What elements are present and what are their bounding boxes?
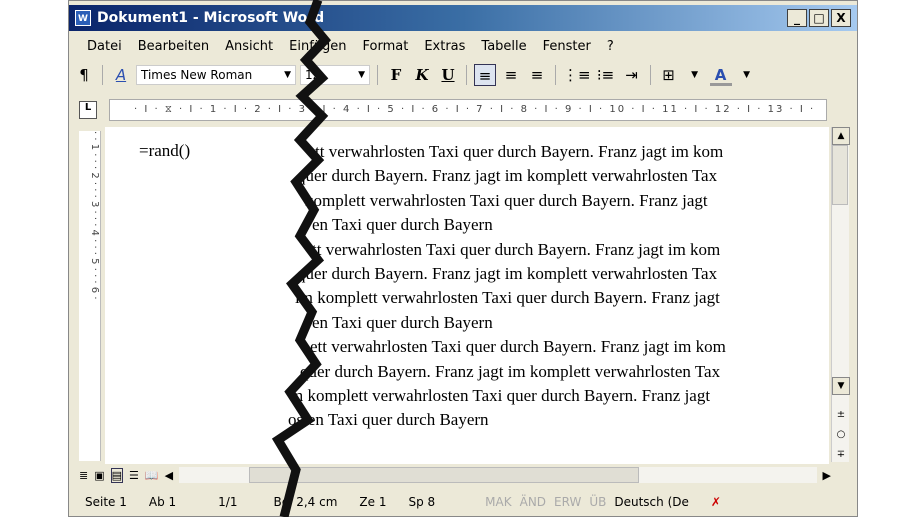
tear-line	[271, 0, 332, 517]
tear-edge	[271, 0, 332, 517]
